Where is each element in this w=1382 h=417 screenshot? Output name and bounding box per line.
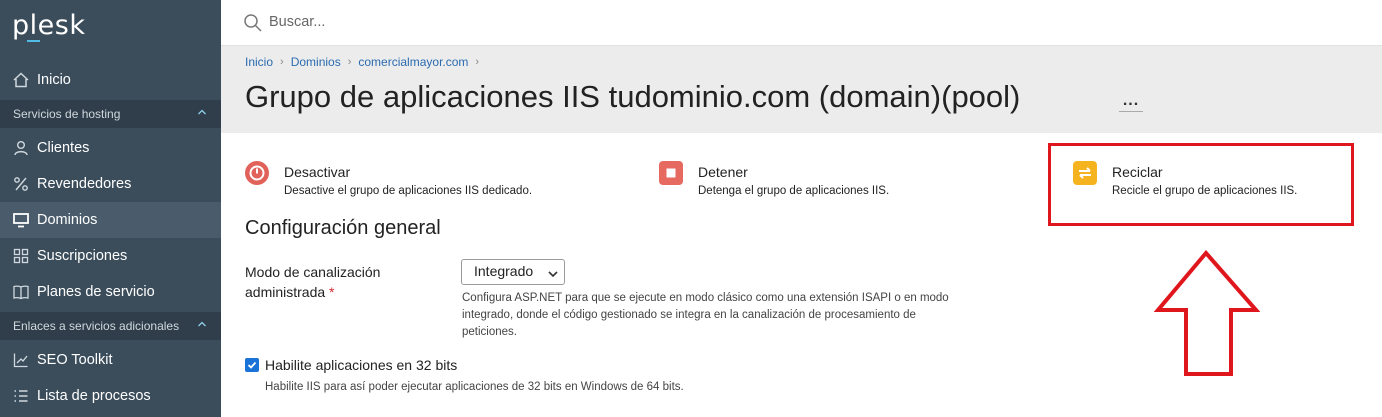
sidebar-item-label: Suscripciones (37, 248, 128, 264)
action-desactivar[interactable]: Desactivar Desactive el grupo de aplicac… (245, 160, 532, 197)
label-line: administrada (245, 284, 326, 300)
breadcrumb-link[interactable]: comercialmayor.com (358, 55, 468, 69)
action-description: Detenga el grupo de aplicaciones IIS. (698, 185, 890, 197)
sidebar-item-label: Inicio (37, 72, 71, 88)
sidebar-item-label: Revendedores (37, 176, 132, 192)
action-description: Desactive el grupo de aplicaciones IIS d… (284, 185, 533, 197)
sidebar-item-procesos[interactable]: Lista de procesos (0, 378, 221, 414)
action-detener[interactable]: Detener Detenga el grupo de aplicaciones… (659, 160, 889, 197)
enable-32bit-help: Habilite IIS para así poder ejecutar apl… (265, 381, 684, 393)
up-arrow-annotation (1153, 250, 1260, 376)
list-icon (12, 387, 30, 405)
chevron-up-icon (197, 107, 207, 120)
pipeline-mode-label: Modo de canalización administrada * (245, 262, 380, 302)
sidebar-item-label: Dominios (37, 212, 98, 228)
sidebar-item-inicio[interactable]: Inicio (0, 62, 221, 98)
sidebar: plesk Inicio Servicios de hosting Client… (0, 0, 221, 417)
sidebar-item-label: Planes de servicio (37, 284, 155, 300)
breadcrumb-link[interactable]: Dominios (291, 55, 341, 69)
page-header: Inicio › Dominios › comercialmayor.com ›… (221, 46, 1382, 133)
enable-32bit-label[interactable]: Habilite aplicaciones en 32 bits (265, 357, 457, 373)
grid-icon (12, 247, 30, 265)
monitor-icon (12, 211, 30, 229)
page-title: Grupo de aplicaciones IIS tudominio.com … (245, 79, 1021, 114)
chevron-down-icon (548, 266, 558, 278)
sidebar-item-label: Lista de procesos (37, 388, 151, 404)
breadcrumb: Inicio › Dominios › comercialmayor.com › (245, 55, 486, 69)
more-options-button[interactable]: ... (1119, 90, 1143, 112)
plesk-logo[interactable]: plesk (12, 10, 85, 41)
user-icon (12, 139, 30, 157)
chevron-up-icon (197, 319, 207, 332)
section-title: Configuración general (245, 217, 441, 239)
power-icon (245, 161, 269, 185)
pipeline-mode-help: Configura ASP.NET para que se ejecute en… (462, 292, 949, 338)
logo-accent (27, 40, 40, 42)
sidebar-item-seo-toolkit[interactable]: SEO Toolkit (0, 342, 221, 378)
home-icon (12, 71, 30, 89)
sidebar-item-label: SEO Toolkit (37, 352, 113, 368)
sidebar-section-label: Servicios de hosting (13, 107, 121, 121)
sidebar-section-enlaces[interactable]: Enlaces a servicios adicionales (0, 312, 221, 340)
search-input[interactable] (269, 10, 869, 34)
highlight-box (1048, 143, 1354, 226)
sidebar-item-suscripciones[interactable]: Suscripciones (0, 238, 221, 274)
chart-icon (12, 351, 30, 369)
sidebar-item-revendedores[interactable]: Revendedores (0, 166, 221, 202)
select-value: Integrado (474, 263, 534, 279)
sidebar-item-planes[interactable]: Planes de servicio (0, 274, 221, 310)
book-icon (12, 283, 30, 301)
required-marker: * (329, 284, 335, 300)
sidebar-item-label: Clientes (37, 140, 90, 156)
pipeline-mode-select[interactable]: Integrado (461, 259, 565, 285)
chevron-right-icon: › (347, 56, 352, 68)
breadcrumb-link[interactable]: Inicio (245, 55, 273, 69)
percent-icon (12, 175, 30, 193)
sidebar-section-label: Enlaces a servicios adicionales (13, 319, 180, 333)
stop-icon (659, 161, 683, 185)
sidebar-item-clientes[interactable]: Clientes (0, 130, 221, 166)
action-title: Desactivar (284, 164, 351, 180)
sidebar-section-hosting[interactable]: Servicios de hosting (0, 100, 221, 128)
top-bar (221, 0, 1382, 46)
sidebar-item-dominios[interactable]: Dominios (0, 202, 221, 238)
chevron-right-icon: › (280, 56, 284, 68)
chevron-right-icon: › (475, 56, 480, 68)
search-icon (243, 13, 263, 33)
enable-32bit-checkbox[interactable] (245, 358, 259, 372)
label-line: Modo de canalización (245, 264, 381, 280)
action-title: Detener (698, 164, 748, 180)
